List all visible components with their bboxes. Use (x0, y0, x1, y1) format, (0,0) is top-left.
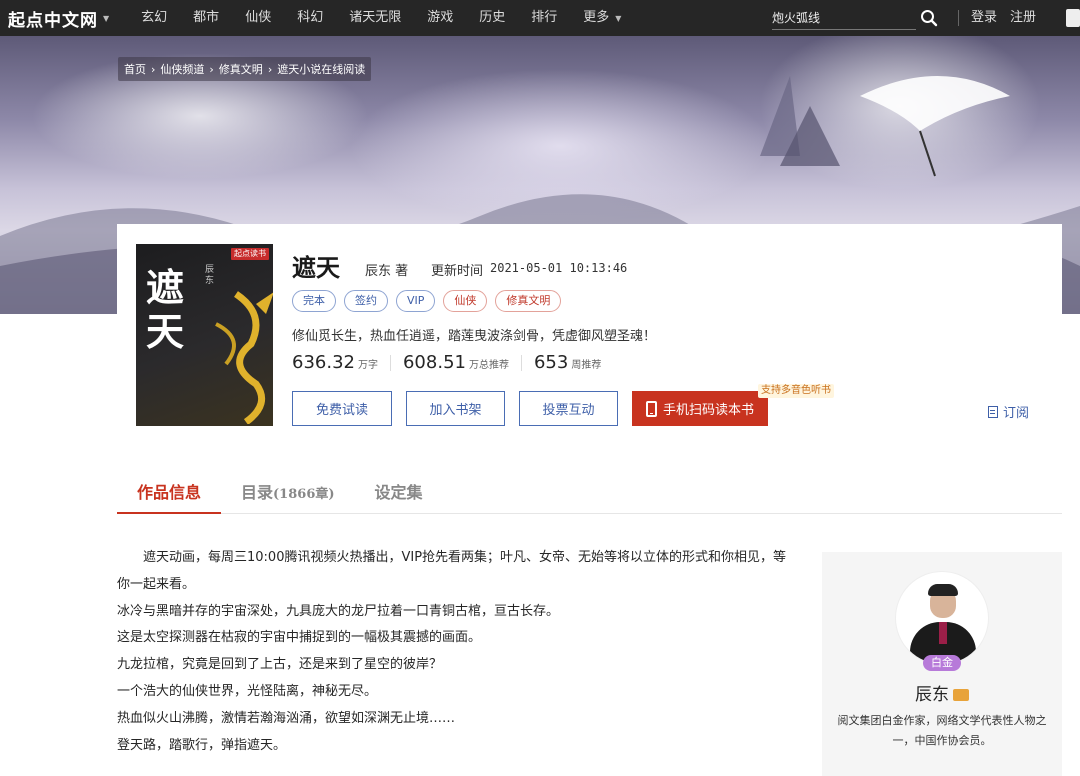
book-stats: 636.32 万字 608.51 万总推荐 653 周推荐 (292, 352, 601, 373)
nav-item-more[interactable]: 更多 ▼ (570, 0, 634, 36)
nav-item-kehuan[interactable]: 科幻 (284, 0, 336, 36)
chevron-right-icon: › (267, 62, 273, 76)
description-paragraph: 遮天动画，每周三10:00腾讯视频火热播出，VIP抢先看两集；叶凡、女帝、无始等… (117, 550, 787, 592)
author-bio: 阅文集团白金作家，网络文学代表性人物之一，中国作协会员。 (837, 714, 1047, 747)
author-avatar[interactable] (895, 571, 989, 665)
nav-item-dushi[interactable]: 都市 (180, 0, 232, 36)
search-input[interactable] (772, 6, 916, 30)
update-label: 更新时间 (431, 264, 484, 279)
tag-vip: VIP (396, 290, 436, 312)
update-time: 2021-05-01 10:13:46 (490, 261, 628, 275)
avatar-hair (928, 584, 958, 596)
breadcrumb-category[interactable]: 修真文明 (219, 61, 263, 77)
description-paragraph: 登天路，踏歌行，弹指遮天。 (117, 737, 287, 753)
search-box (772, 6, 942, 30)
book-author[interactable]: 辰东 著 (365, 260, 408, 279)
tag-xiuzhen[interactable]: 修真文明 (495, 290, 562, 312)
vote-button[interactable]: 投票互动 (519, 391, 618, 426)
chevron-right-icon: › (151, 62, 156, 76)
word-count: 636.32 (292, 352, 355, 373)
nav-links: 玄幻 都市 仙侠 科幻 诸天无限 游戏 历史 排行 更多 ▼ (128, 0, 634, 36)
author-level-badge: 白金 (923, 655, 961, 671)
author-panel: 白金 辰东 阅文集团白金作家，网络文学代表性人物之一，中国作协会员。 (822, 552, 1062, 776)
total-recommend-unit: 万总推荐 (468, 360, 509, 371)
nav-item-xuanhuan[interactable]: 玄幻 (128, 0, 180, 36)
tab-catalog-count: (1866章) (273, 487, 335, 502)
author-name-row: 辰东 (822, 680, 1062, 705)
site-logo[interactable]: 起点中文网 ▼ (0, 6, 110, 31)
mobile-read-button[interactable]: 手机扫码读本书 (632, 391, 768, 426)
nav-item-zhutian[interactable]: 诸天无限 (336, 0, 414, 36)
cover-dragon-art (215, 291, 273, 424)
book-tabs: 作品信息 目录(1866章) 设定集 (117, 474, 1062, 514)
subscribe-link[interactable]: 订阅 (988, 402, 1029, 421)
tag-complete: 完本 (292, 290, 336, 312)
book-description: 遮天动画，每周三10:00腾讯视频火热播出，VIP抢先看两集；叶凡、女帝、无始等… (117, 545, 797, 759)
add-to-shelf-button[interactable]: 加入书架 (406, 391, 505, 426)
subscribe-label: 订阅 (1003, 406, 1030, 421)
breadcrumb-current: 遮天小说在线阅读 (277, 63, 366, 76)
mobile-app-icon[interactable] (1066, 9, 1080, 27)
weekly-recommend: 653 (533, 352, 569, 373)
phone-icon (645, 400, 657, 417)
tab-catalog-label: 目录 (241, 483, 274, 502)
description-paragraph: 冰冷与黑暗并存的宇宙深处，九具庞大的龙尸拉着一口青铜古棺，亘古长存。 (117, 603, 560, 619)
tag-signed: 签约 (344, 290, 388, 312)
audio-badge: 支持多音色听书 (758, 384, 834, 398)
nav-item-lishi[interactable]: 历史 (466, 0, 518, 36)
cover-title: 遮天 (146, 265, 185, 354)
breadcrumb-home[interactable]: 首页 (124, 61, 146, 77)
weekly-recommend-unit: 周推荐 (571, 360, 602, 371)
document-icon (988, 405, 998, 418)
nav-item-youxi[interactable]: 游戏 (414, 0, 466, 36)
breadcrumb: 首页 › 仙侠频道 › 修真文明 › 遮天小说在线阅读 (118, 57, 372, 81)
book-title: 遮天 (292, 253, 340, 282)
description-paragraph: 九龙拉棺，究竟是回到了上古，还是来到了星空的彼岸？ (117, 657, 443, 673)
site-logo-text: 起点中文网 (8, 10, 98, 31)
free-trial-button[interactable]: 免费试读 (292, 391, 392, 426)
tab-catalog[interactable]: 目录(1866章) (221, 474, 355, 514)
book-info-card: 遮天 辰东 起点读书 遮天 辰东 著 更新时间 2021-05-01 10:13… (117, 224, 1062, 446)
writer-level-icon (953, 689, 969, 701)
top-nav: 起点中文网 ▼ 玄幻 都市 仙侠 科幻 诸天无限 游戏 历史 排行 更多 ▼ 登录… (0, 0, 1080, 36)
description-paragraph: 热血似火山沸腾，激情若瀚海汹涌，欲望如深渊无止境…… (117, 710, 456, 726)
total-recommend: 608.51 (402, 352, 466, 373)
search-icon[interactable] (920, 9, 938, 27)
tab-settings[interactable]: 设定集 (355, 474, 443, 514)
author-name[interactable]: 辰东 (915, 685, 949, 705)
description-paragraph: 一个浩大的仙侠世界，光怪陆离，神秘无尽。 (117, 683, 378, 699)
breadcrumb-channel[interactable]: 仙侠频道 (160, 61, 204, 77)
book-cover[interactable]: 遮天 辰东 起点读书 (136, 244, 273, 426)
chevron-right-icon: › (209, 62, 214, 76)
cover-author: 辰东 (203, 264, 213, 286)
word-count-unit: 万字 (357, 360, 378, 371)
nav-item-paihang[interactable]: 排行 (518, 0, 570, 36)
nav-divider (958, 10, 959, 26)
chevron-down-icon: ▼ (103, 13, 111, 23)
login-link[interactable]: 登录 (971, 0, 997, 36)
book-intro: 修仙觅长生，热血任逍遥，踏莲曳波涤剑骨，凭虚御风塑圣魂！ (292, 329, 657, 344)
nav-more-label: 更多 (583, 10, 610, 25)
register-link[interactable]: 注册 (1010, 0, 1036, 36)
stat-divider (389, 354, 391, 371)
avatar-tie (939, 622, 947, 644)
tag-xianxia[interactable]: 仙侠 (443, 290, 488, 312)
description-paragraph: 这是太空探测器在枯寂的宇宙中捕捉到的一幅极其震撼的画面。 (117, 630, 482, 646)
mobile-read-label: 手机扫码读本书 (662, 403, 754, 418)
nav-item-xianxia[interactable]: 仙侠 (232, 0, 284, 36)
chevron-down-icon: ▼ (615, 14, 622, 23)
stat-divider (520, 354, 522, 371)
book-tags: 完本 签约 VIP 仙侠 修真文明 (292, 290, 562, 312)
tab-book-info[interactable]: 作品信息 (117, 474, 222, 514)
cover-badge: 起点读书 (231, 248, 269, 260)
